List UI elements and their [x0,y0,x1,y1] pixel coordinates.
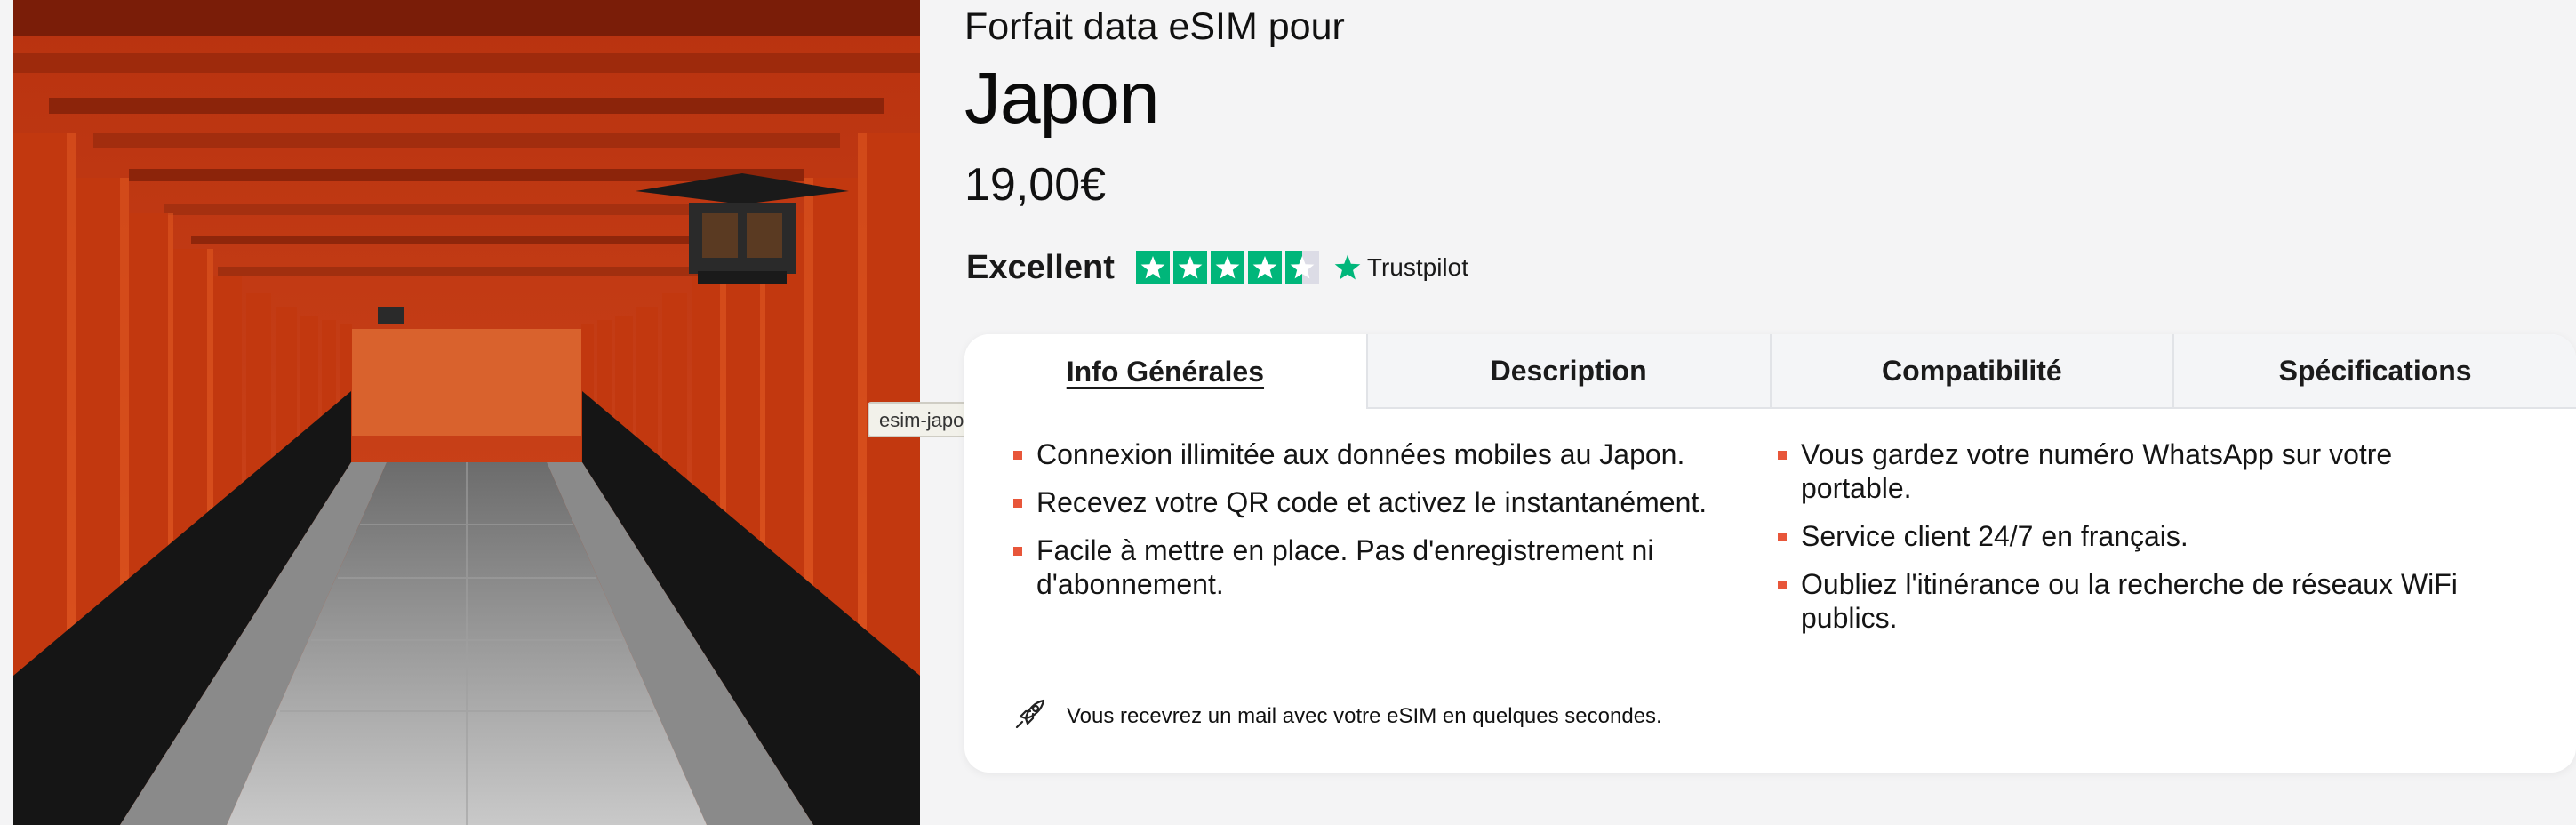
tab-compatibilite[interactable]: Compatibilité [1769,334,2173,409]
half-star-icon [1284,251,1319,284]
product-title: Japon [964,58,1159,139]
info-tabs: Info Générales Description Compatibilité… [964,334,2576,409]
feature-item: Vous gardez votre numéro WhatsApp sur vo… [1778,437,2489,505]
feature-item: Facile à mettre en place. Pas d'enregist… [1013,533,1724,601]
rating-stars [1135,251,1319,284]
product-price: 19,00€ [964,159,1107,211]
feature-columns: Connexion illimitée aux données mobiles … [1013,437,2542,649]
feature-column-left: Connexion illimitée aux données mobiles … [1013,437,1724,649]
trustpilot-name: Trustpilot [1366,253,1468,281]
product-info-card: Info Générales Description Compatibilité… [964,334,2576,773]
trustpilot-logo: Trustpilot [1333,253,1468,282]
feature-item: Oubliez l'itinérance ou la recherche de … [1778,567,2489,635]
notice-text: Vous recevrez un mail avec votre eSIM en… [1067,703,1662,728]
feature-item: Service client 24/7 en français. [1778,519,2489,553]
trustpilot-star-icon [1334,254,1361,280]
feature-item: Recevez votre QR code et activez le inst… [1013,485,1724,519]
rating-label: Excellent [966,248,1115,286]
star-icon [1172,251,1207,284]
star-icon [1210,251,1244,284]
tab-info-generales[interactable]: Info Générales [964,334,1366,409]
delivery-notice: Vous recevrez un mail avec votre eSIM en… [1013,697,1662,735]
rocket-icon [1013,697,1047,735]
star-icon [1247,251,1282,284]
product-subtitle: Forfait data eSIM pour [964,5,1345,48]
star-icon [1135,251,1170,284]
feature-column-right: Vous gardez votre numéro WhatsApp sur vo… [1778,437,2489,649]
feature-item: Connexion illimitée aux données mobiles … [1013,437,1724,471]
tab-specifications[interactable]: Spécifications [2172,334,2576,409]
tab-description[interactable]: Description [1365,334,1770,409]
trustpilot-rating[interactable]: Excellent Trustpilot [966,245,1468,290]
product-image [13,0,920,825]
